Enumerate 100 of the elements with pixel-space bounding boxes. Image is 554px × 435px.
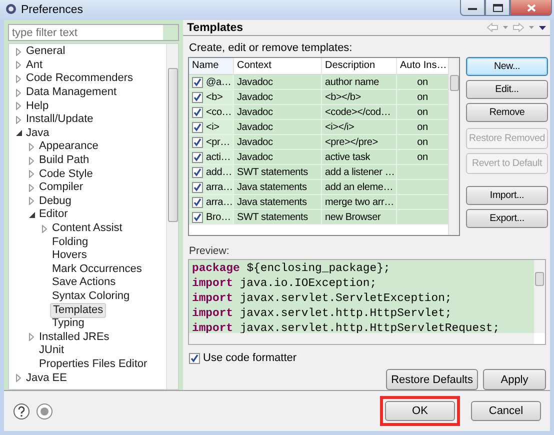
action-button[interactable]: Apply xyxy=(483,369,546,390)
checkbox[interactable] xyxy=(192,136,203,148)
close-button[interactable] xyxy=(510,0,552,16)
caret-icon[interactable] xyxy=(503,26,508,29)
dialog-button[interactable]: Cancel xyxy=(471,401,541,421)
tree-item[interactable]: Build Path xyxy=(37,154,92,168)
scrollbar[interactable] xyxy=(189,333,534,344)
table-cell: Javadoc xyxy=(234,75,322,90)
table-cell[interactable]: <co… xyxy=(189,105,234,120)
tree-item[interactable]: Java xyxy=(24,126,52,140)
record-icon[interactable] xyxy=(36,402,53,420)
checkbox[interactable] xyxy=(189,352,200,364)
collapsed-arrow-icon[interactable] xyxy=(29,197,34,206)
filter-field[interactable]: type filter text xyxy=(8,24,179,41)
table-cell[interactable]: acti… xyxy=(189,150,234,165)
tree-item[interactable]: Syntax Coloring xyxy=(50,290,132,303)
column-header[interactable]: Description xyxy=(322,58,397,75)
checkbox[interactable] xyxy=(192,212,203,222)
table-cell: Javadoc xyxy=(234,150,322,165)
tree-item[interactable]: Java EE xyxy=(24,372,69,385)
tree-item[interactable]: Debug xyxy=(37,194,74,208)
expanded-arrow-icon[interactable] xyxy=(16,130,22,136)
tree-item[interactable]: Properties Files Editor xyxy=(37,358,150,371)
action-button[interactable]: New... xyxy=(466,57,548,76)
scrollbar[interactable] xyxy=(448,58,459,235)
collapsed-arrow-icon[interactable] xyxy=(16,374,21,382)
column-header[interactable]: Context xyxy=(234,58,322,75)
collapsed-arrow-icon[interactable] xyxy=(29,170,34,178)
help-icon[interactable] xyxy=(13,402,30,420)
column-header[interactable]: Auto Ins… xyxy=(397,58,448,75)
tree-item[interactable]: General xyxy=(24,45,68,58)
checkbox-label[interactable]: Use code formatter xyxy=(203,352,297,364)
maximize-button[interactable] xyxy=(485,0,510,16)
tree-item[interactable]: Appearance xyxy=(37,140,100,154)
action-button[interactable]: Remove xyxy=(466,103,548,122)
table-cell[interactable]: arra… xyxy=(189,195,234,210)
table-cell[interactable]: arra… xyxy=(189,180,234,195)
minimize-button[interactable] xyxy=(460,0,485,16)
collapsed-arrow-icon[interactable] xyxy=(42,224,47,233)
tree-item[interactable]: Help xyxy=(24,100,51,113)
menu-caret-icon[interactable] xyxy=(539,26,546,30)
table-cell[interactable]: Bro… xyxy=(189,210,234,225)
collapsed-arrow-icon[interactable] xyxy=(29,156,34,165)
table-cell[interactable]: <pr… xyxy=(189,135,234,150)
template-name: <co… xyxy=(206,106,232,118)
tree-item[interactable]: JUnit xyxy=(37,344,66,358)
tree-item[interactable]: Code Style xyxy=(37,168,95,181)
checkbox[interactable] xyxy=(192,152,203,162)
table-cell: Javadoc xyxy=(234,90,322,105)
back-icon[interactable] xyxy=(487,23,498,32)
checkbox[interactable] xyxy=(192,122,203,132)
tree-item[interactable]: Install/Update xyxy=(24,113,96,126)
tree-item[interactable]: Mark Occurrences xyxy=(50,262,144,276)
tree-item[interactable]: Folding xyxy=(50,236,90,249)
collapsed-arrow-icon[interactable] xyxy=(16,116,21,124)
tree-item[interactable]: Content Assist xyxy=(50,222,124,236)
tree-item[interactable]: Save Actions xyxy=(50,276,118,290)
checkbox[interactable] xyxy=(192,182,203,192)
collapsed-arrow-icon[interactable] xyxy=(16,102,21,110)
tree-item[interactable]: Typing xyxy=(50,317,86,330)
table-cell: Javadoc xyxy=(234,105,322,120)
action-button[interactable]: Edit... xyxy=(466,80,548,99)
tree-item[interactable]: Templates xyxy=(50,302,106,318)
caret-icon[interactable] xyxy=(529,26,534,29)
action-button[interactable]: Import... xyxy=(466,186,548,205)
template-name: add… xyxy=(206,166,232,178)
collapsed-arrow-icon[interactable] xyxy=(16,61,21,70)
collapsed-arrow-icon[interactable] xyxy=(29,184,34,192)
checkbox[interactable] xyxy=(192,196,203,208)
tree-item[interactable]: Installed JREs xyxy=(37,330,112,344)
checkbox[interactable] xyxy=(192,106,203,118)
tree-item[interactable]: Ant xyxy=(24,58,45,72)
tree-item[interactable]: Code Recommenders xyxy=(24,72,135,86)
table-cell[interactable]: add… xyxy=(189,165,234,180)
scrollbar[interactable] xyxy=(166,44,178,389)
table-cell[interactable]: <i> xyxy=(189,120,234,135)
checkbox[interactable] xyxy=(192,76,203,88)
close-icon xyxy=(526,4,536,12)
expanded-arrow-icon[interactable] xyxy=(28,212,34,218)
forward-icon[interactable] xyxy=(513,23,524,32)
table-cell: SWT statements xyxy=(234,165,322,180)
action-button[interactable]: Restore Defaults xyxy=(386,369,478,390)
tree-item[interactable]: Editor xyxy=(37,208,70,222)
scrollbar[interactable] xyxy=(534,260,545,333)
collapsed-arrow-icon[interactable] xyxy=(16,48,21,56)
collapsed-arrow-icon[interactable] xyxy=(16,74,21,83)
tree-item[interactable]: Compiler xyxy=(37,181,86,194)
table-cell[interactable]: <b> xyxy=(189,90,234,105)
action-button[interactable]: Export... xyxy=(466,209,548,228)
column-header[interactable]: Name xyxy=(189,58,234,75)
tree-item[interactable]: Data Management xyxy=(24,86,118,100)
maximize-icon xyxy=(492,4,502,12)
checkbox[interactable] xyxy=(192,166,203,178)
collapsed-arrow-icon[interactable] xyxy=(16,88,21,97)
tree-item[interactable]: Hovers xyxy=(50,249,89,262)
collapsed-arrow-icon[interactable] xyxy=(29,142,34,151)
collapsed-arrow-icon[interactable] xyxy=(29,333,34,342)
table-cell[interactable]: @a… xyxy=(189,75,234,90)
dialog-button[interactable]: OK xyxy=(385,401,455,421)
checkbox[interactable] xyxy=(192,92,203,102)
